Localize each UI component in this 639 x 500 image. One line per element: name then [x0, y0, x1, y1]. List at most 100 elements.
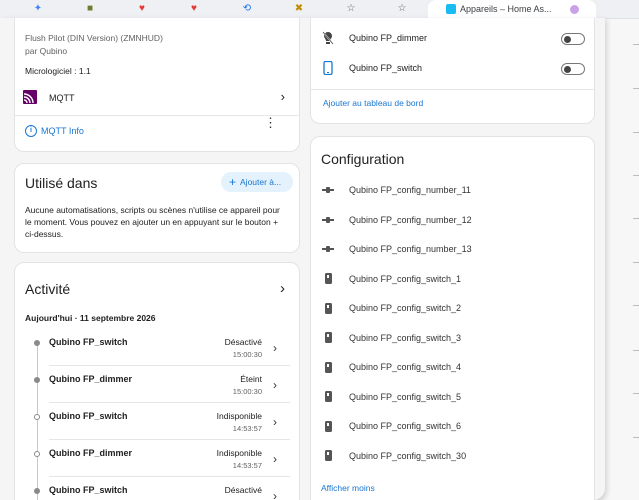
- activity-state: Désactivé: [224, 485, 262, 495]
- activity-time: 14:53:57: [232, 461, 262, 470]
- config-entity-name: Qubino FP_config_switch_30: [349, 450, 467, 461]
- switch-icon: [321, 272, 335, 286]
- add-to-button[interactable]: + Ajouter à...: [221, 172, 293, 192]
- used-in-card: Utilisé dans + Ajouter à... Aucune autom…: [14, 163, 300, 253]
- divider: [633, 262, 639, 263]
- timeline-dot: [34, 340, 40, 346]
- device-manufacturer: par Qubino: [25, 46, 68, 56]
- config-entity-row[interactable]: Qubino FP_config_switch_1: [321, 269, 461, 289]
- divider: [49, 439, 290, 440]
- config-entity-row[interactable]: Qubino FP_config_switch_5: [321, 387, 461, 407]
- timeline-dot: [34, 488, 40, 494]
- switch-icon: [321, 301, 335, 315]
- config-entity-row[interactable]: Qubino FP_config_switch_2: [321, 298, 461, 318]
- bulb-off-icon: [322, 31, 334, 45]
- timeline-dot: [34, 414, 40, 420]
- config-entity-row[interactable]: Qubino FP_config_number_12: [321, 210, 472, 230]
- chevron-right-icon: ›: [280, 89, 285, 104]
- firmware-version: Micrologiciel : 1.1: [25, 66, 91, 76]
- activity-entity: Qubino FP_dimmer: [49, 374, 133, 384]
- controls-card: Qubino FP_dimmer Qubino FP_switch Ajoute…: [310, 18, 595, 124]
- browser-tab[interactable]: ☆: [394, 0, 410, 18]
- browser-tab-strip: ✦ ■ ♥ ♥ ⟲ ✖ ☆ ☆ Appareils – Home As...: [0, 0, 639, 19]
- browser-tab[interactable]: ♥: [186, 0, 202, 18]
- activity-time: 15:00:30: [232, 387, 262, 396]
- divider: [633, 88, 639, 89]
- browser-tab[interactable]: ✦: [30, 0, 46, 18]
- dimmer-toggle[interactable]: [561, 33, 585, 45]
- activity-item[interactable]: Qubino FP_dimmer Éteint 15:00:30 ›: [15, 372, 290, 408]
- activity-item[interactable]: Qubino FP_dimmer Indisponible 14:53:57 ›: [15, 446, 290, 482]
- sync-icon: ⟲: [242, 3, 252, 14]
- chevron-right-icon[interactable]: ›: [280, 280, 285, 297]
- divider: [633, 350, 639, 351]
- timeline-dot: [34, 377, 40, 383]
- switch-icon: [321, 449, 335, 463]
- config-entity-row[interactable]: Qubino FP_config_switch_6: [321, 416, 461, 436]
- star-icon: ☆: [397, 3, 407, 14]
- divider: [633, 305, 639, 306]
- activity-time: 14:53:57: [232, 424, 262, 433]
- activity-item[interactable]: Qubino FP_switch Indisponible 14:53:57 ›: [15, 409, 290, 445]
- config-entity-row[interactable]: Qubino FP_config_switch_4: [321, 357, 461, 377]
- empty-state-text: Aucune automatisations, scripts ou scène…: [25, 205, 280, 239]
- config-entity-name: Qubino FP_config_number_13: [349, 244, 472, 254]
- config-entity-name: Qubino FP_config_switch_2: [349, 303, 462, 313]
- tab-extra[interactable]: [562, 0, 586, 18]
- chevron-right-icon: ›: [273, 378, 277, 392]
- divider: [15, 115, 299, 116]
- more-options-icon[interactable]: ⋮: [264, 116, 277, 129]
- config-entity-name: Qubino FP_config_switch_3: [349, 332, 462, 343]
- divider: [49, 365, 290, 366]
- config-entity-row[interactable]: Qubino FP_config_number_11: [321, 180, 471, 200]
- control-row-switch[interactable]: Qubino FP_switch: [311, 53, 594, 83]
- config-entity-name: Qubino FP_config_switch_5: [349, 391, 462, 402]
- divider: [633, 218, 639, 219]
- config-entity-row[interactable]: Qubino FP_config_switch_3: [321, 328, 461, 348]
- device-model: Flush Pilot (DIN Version) (ZMNHUD): [25, 33, 163, 43]
- switch-toggle[interactable]: [561, 63, 585, 75]
- activity-item[interactable]: Qubino FP_switchDésactivé14:53:24›: [15, 483, 290, 500]
- config-entity-name: Qubino FP_config_switch_6: [349, 421, 462, 431]
- chevron-right-icon: ›: [273, 341, 277, 355]
- x-icon: ✖: [294, 3, 304, 14]
- integration-label: MQTT: [49, 93, 75, 103]
- config-entity-name: Qubino FP_config_switch_4: [349, 362, 462, 372]
- activity-card: Activité › Aujourd'hui · 11 septembre 20…: [14, 262, 300, 500]
- activity-state: Indisponible: [216, 411, 262, 421]
- chevron-right-icon: ›: [273, 489, 277, 500]
- config-entity-name: Qubino FP_config_switch_1: [349, 273, 462, 284]
- slider-icon: [321, 183, 335, 197]
- control-row-dimmer[interactable]: Qubino FP_dimmer: [311, 23, 594, 53]
- switch-icon: [321, 419, 335, 433]
- show-less-link[interactable]: Afficher moins: [321, 483, 375, 493]
- browser-tab[interactable]: ☆: [343, 0, 359, 18]
- card-title: Activité: [25, 281, 71, 297]
- timeline-dot: [34, 451, 40, 457]
- chevron-right-icon: ›: [273, 415, 277, 429]
- add-to-dashboard-link[interactable]: Ajouter au tableau de bord: [323, 98, 423, 108]
- switch-icon: [321, 390, 335, 404]
- config-entity-row[interactable]: Qubino FP_config_switch_30: [321, 446, 466, 466]
- divider: [633, 393, 639, 394]
- add-to-label: Ajouter à...: [240, 177, 282, 187]
- chevron-right-icon: ›: [273, 452, 277, 466]
- slider-icon: [321, 213, 335, 227]
- heart-icon: ♥: [191, 3, 197, 14]
- switch-icon: [321, 360, 335, 374]
- activity-item[interactable]: Qubino FP_switch Désactivé 15:00:30 ›: [15, 335, 290, 371]
- activity-state: Éteint: [240, 374, 262, 384]
- browser-tab[interactable]: ✖: [291, 0, 307, 18]
- config-entity-row[interactable]: Qubino FP_config_number_13: [321, 239, 472, 259]
- browser-tab[interactable]: ♥: [134, 0, 150, 18]
- switch-icon: [321, 331, 335, 345]
- integration-row-mqtt[interactable]: MQTT ›: [15, 84, 299, 112]
- tab-title: Appareils – Home As...: [460, 4, 552, 14]
- divider: [633, 132, 639, 133]
- mqtt-icon: [23, 90, 37, 104]
- browser-tab[interactable]: ■: [82, 0, 98, 18]
- browser-tab[interactable]: ⟲: [239, 0, 255, 18]
- mqtt-info-link[interactable]: i MQTT Info: [25, 125, 84, 137]
- phone-icon: [323, 61, 333, 75]
- mqtt-info-label: MQTT Info: [41, 126, 84, 136]
